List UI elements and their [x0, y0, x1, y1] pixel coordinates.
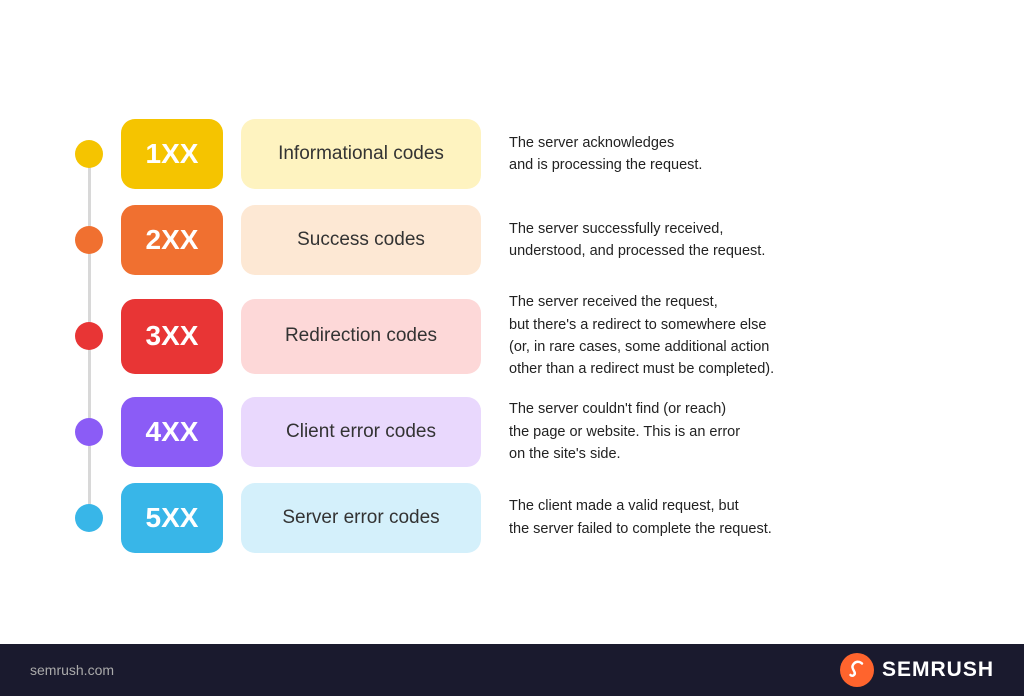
row-3xx: 3XXRedirection codes The server received …	[75, 283, 974, 389]
footer: semrush.com SEMRUSH	[0, 644, 1024, 696]
dot-1xx	[75, 140, 103, 168]
description-2xx: The server successfully received, unders…	[509, 218, 765, 263]
code-box-1xx: 1XX	[121, 119, 223, 189]
description-5xx: The client made a valid request, but the…	[509, 495, 772, 540]
code-box-2xx: 2XX	[121, 205, 223, 275]
label-box-5xx: Server error codes	[241, 483, 481, 553]
semrush-brand: SEMRUSH	[882, 658, 994, 682]
row-4xx: 4XX Client error codes The server couldn't…	[75, 389, 974, 475]
dot-2xx	[75, 226, 103, 254]
label-box-4xx: Client error codes	[241, 397, 481, 467]
footer-url: semrush.com	[30, 662, 114, 678]
label-box-1xx: Informational codes	[241, 119, 481, 189]
row-5xx: 5XX Server error codes The client made a v…	[75, 475, 974, 561]
code-box-3xx: 3XX	[121, 299, 223, 374]
label-box-2xx: Success codes	[241, 205, 481, 275]
semrush-logo: SEMRUSH	[840, 653, 994, 687]
row-2xx: 2XX Success codes The server successfully …	[75, 197, 974, 283]
description-4xx: The server couldn't find (or reach) the …	[509, 398, 740, 465]
dot-4xx	[75, 418, 103, 446]
main-content: 1XX Informational codes The server acknowl…	[0, 0, 1024, 644]
dot-5xx	[75, 504, 103, 532]
dot-3xx	[75, 322, 103, 350]
rows-container: 1XX Informational codes The server acknowl…	[75, 111, 974, 561]
code-box-5xx: 5XX	[121, 483, 223, 553]
semrush-icon	[840, 653, 874, 687]
description-1xx: The server acknowledges and is processin…	[509, 132, 702, 177]
description-3xx: The server received the request, but the…	[509, 291, 774, 381]
label-box-3xx: Redirection codes	[241, 299, 481, 374]
row-1xx: 1XX Informational codes The server acknowl…	[75, 111, 974, 197]
code-box-4xx: 4XX	[121, 397, 223, 467]
